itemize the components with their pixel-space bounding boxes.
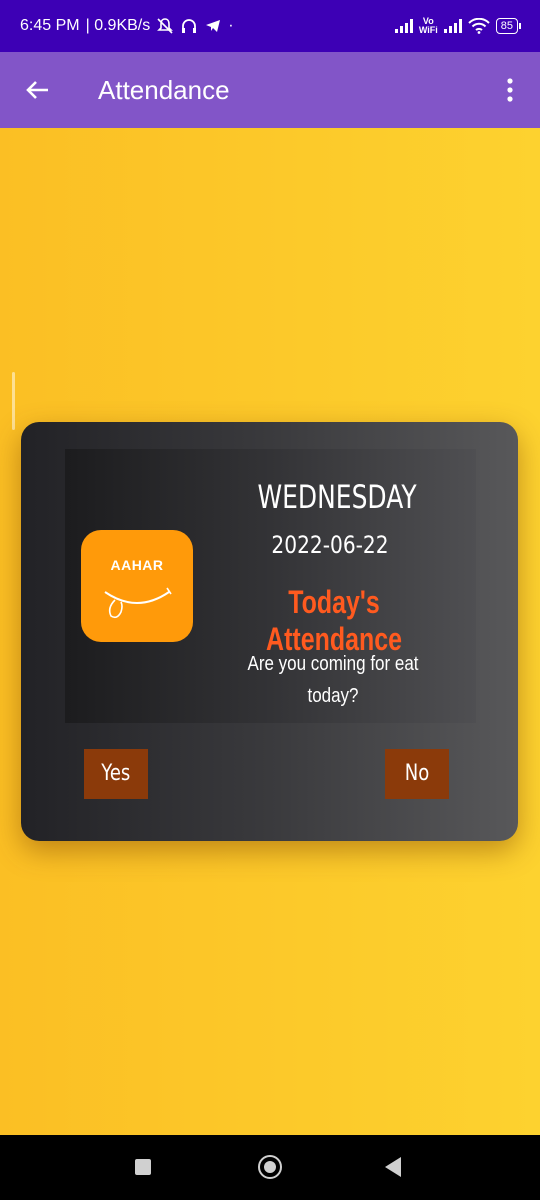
smile-tongue-icon <box>104 587 172 619</box>
no-button[interactable]: No <box>385 749 449 799</box>
more-vertical-icon[interactable] <box>500 76 520 104</box>
attendance-date: 2022-06-22 <box>271 531 389 559</box>
network-speed: | 0.9KB/s <box>85 17 151 34</box>
status-time: 6:45 PM <box>20 17 80 34</box>
yes-label: Yes <box>101 761 131 786</box>
vowifi-icon: Vo WiFi <box>419 17 438 35</box>
no-label: No <box>404 761 430 786</box>
back-icon[interactable] <box>385 1157 401 1177</box>
signal-icon-2 <box>443 19 462 33</box>
page-title: Attendance <box>98 75 230 105</box>
battery-icon: 85 <box>495 18 522 34</box>
telegram-icon <box>206 20 221 32</box>
content-area: AAHAR WEDNESDAY 2022-06-22 Today's Atten… <box>0 128 540 1135</box>
dot-icon: · <box>228 17 234 34</box>
signal-icon <box>394 19 413 33</box>
attendance-question: Are you coming for eat today? <box>247 653 419 707</box>
status-bar: 6:45 PM | 0.9KB/s · Vo WiFi 85 <box>0 0 540 52</box>
attendance-heading: Today's Attendance <box>266 584 402 657</box>
recents-icon[interactable] <box>135 1159 151 1175</box>
vowifi-bottom: WiFi <box>418 25 438 35</box>
wifi-icon <box>468 18 490 34</box>
home-icon[interactable] <box>258 1155 282 1179</box>
attendance-card: AAHAR WEDNESDAY 2022-06-22 Today's Atten… <box>21 422 518 841</box>
system-nav-bar <box>0 1135 540 1200</box>
logo-text: AAHAR <box>110 557 164 573</box>
aahar-logo: AAHAR <box>81 530 193 642</box>
headphones-icon <box>182 19 197 33</box>
day-of-week: WEDNESDAY <box>257 478 417 516</box>
scroll-indicator <box>12 372 15 430</box>
app-bar: Attendance <box>0 52 540 128</box>
yes-button[interactable]: Yes <box>84 749 148 799</box>
bell-off-icon <box>157 18 174 34</box>
arrow-left-icon[interactable] <box>24 76 52 104</box>
